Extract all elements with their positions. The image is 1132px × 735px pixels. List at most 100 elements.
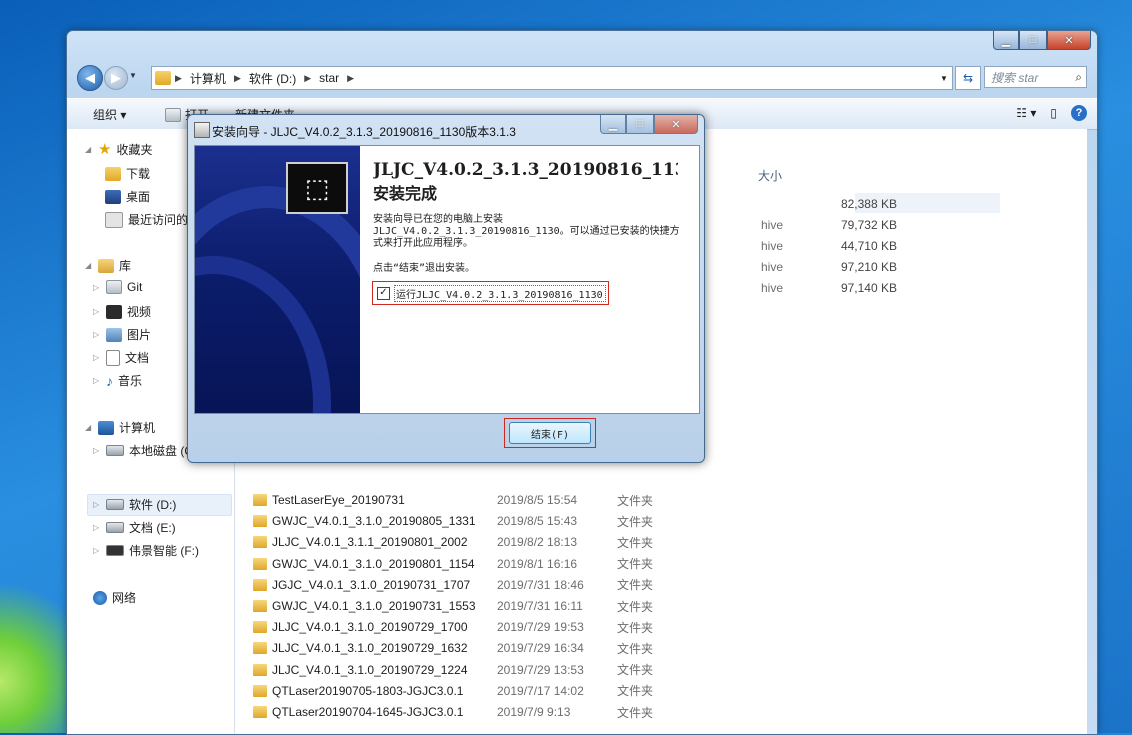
back-button[interactable]: ◀: [77, 65, 103, 91]
table-row[interactable]: GWJC_V4.0.1_3.1.0_20190731_1553 2019/7/31…: [253, 596, 653, 616]
dialog-exit-hint: 点击“结束”退出安装。: [373, 263, 476, 274]
address-bar[interactable]: ▶ 计算机 ▶ 软件 (D:) ▶ star ▶ ▼: [151, 66, 953, 90]
search-input[interactable]: 搜索 star ⌕: [984, 66, 1087, 88]
refresh-icon[interactable]: ⇆: [955, 66, 981, 90]
folder-icon: [253, 536, 267, 549]
folder-icon: [155, 71, 171, 85]
table-row[interactable]: JGJC_V4.0.1_3.1.0_20190731_1707 2019/7/31…: [253, 575, 653, 595]
table-row[interactable]: JLJC_V4.0.1_3.1.0_20190729_1632 2019/7/29…: [253, 638, 653, 658]
dialog-maximize-button: □: [626, 115, 654, 134]
folder-icon: [253, 684, 267, 697]
folder-icon: [253, 557, 267, 570]
sidebar-item-drive-c[interactable]: ▷ 本地磁盘 (C: [93, 442, 193, 459]
sidebar-label: 视频: [127, 305, 152, 319]
document-icon: [106, 349, 120, 366]
sidebar-item-downloads[interactable]: 下载: [105, 165, 150, 182]
sidebar-item-pictures[interactable]: ▷ 图片: [93, 326, 151, 343]
sidebar-label: 库: [119, 259, 132, 273]
minimize-button[interactable]: ▁: [993, 31, 1019, 50]
sidebar-item-videos[interactable]: ▷ 视频: [93, 303, 151, 320]
sidebar-item-computer[interactable]: ◢ 计算机: [85, 419, 155, 436]
folder-icon: [253, 706, 267, 718]
file-type: 文件夹: [617, 620, 654, 635]
sidebar-item-network[interactable]: 网络: [93, 589, 136, 606]
sidebar-label: 伟景智能 (F:): [129, 544, 199, 558]
file-name: JLJC_V4.0.1_3.1.0_20190729_1632: [272, 641, 468, 656]
desktop-icon: [105, 189, 121, 204]
sidebar-item-recent[interactable]: 最近访问的: [105, 211, 188, 228]
window-controls: ▁ □ ✕: [993, 31, 1091, 50]
file-type: 文件夹: [617, 557, 654, 572]
dialog-window-controls: ▁ □ ✕: [600, 115, 698, 134]
table-row[interactable]: GWJC_V4.0.1_3.1.0_20190801_1154 2019/8/1 …: [253, 554, 653, 574]
table-row[interactable]: GWJC_V4.0.1_3.1.0_20190805_1331 2019/8/5 …: [253, 511, 653, 531]
sidebar-label: 图片: [127, 328, 152, 342]
forward-button[interactable]: ▶: [104, 66, 128, 90]
address-dropdown-icon[interactable]: ▼: [936, 67, 952, 89]
sidebar-item-git[interactable]: ▷ Git: [93, 280, 142, 294]
sidebar-item-drive-d[interactable]: ▷ 软件 (D:): [93, 496, 176, 513]
breadcrumb-star[interactable]: star: [315, 71, 343, 85]
dialog-minimize-button[interactable]: ▁: [600, 115, 626, 134]
file-name: JLJC_V4.0.1_3.1.0_20190729_1224: [272, 662, 468, 677]
table-row[interactable]: hive 44,710 KB: [761, 236, 897, 256]
sidebar-label: 文档: [125, 351, 150, 365]
maximize-button[interactable]: □: [1019, 31, 1047, 50]
sidebar-item-drive-f[interactable]: ▷ 伟景智能 (F:): [93, 542, 199, 559]
file-name: GWJC_V4.0.1_3.1.0_20190805_1331: [272, 514, 476, 529]
sidebar-item-desktop[interactable]: 桌面: [105, 188, 150, 205]
breadcrumb-drive-d[interactable]: 软件 (D:): [245, 70, 300, 87]
finish-button[interactable]: 结束(F): [509, 422, 591, 444]
file-type: 文件夹: [617, 514, 654, 529]
file-date: 2019/7/31 16:11: [497, 599, 583, 613]
run-app-checkbox-label[interactable]: 运行JLJC_V4.0.2_3.1.3_20190816_1130: [394, 284, 606, 302]
table-row[interactable]: 82,388 KB: [761, 194, 897, 214]
sidebar-item-documents[interactable]: ▷ 文档: [93, 349, 149, 366]
sidebar-label: 收藏夹: [116, 143, 153, 157]
table-row[interactable]: hive 79,732 KB: [761, 215, 897, 235]
file-name-cell: JLJC_V4.0.1_3.1.0_20190729_1632: [253, 641, 497, 655]
file-date: 2019/8/1 16:16: [497, 556, 578, 571]
table-row[interactable]: hive 97,210 KB: [761, 257, 897, 277]
file-type: 文件夹: [617, 705, 654, 720]
sidebar-item-favorites[interactable]: ◢ ★ 收藏夹: [85, 141, 152, 158]
run-app-checkbox-row[interactable]: ✓ 运行JLJC_V4.0.2_3.1.3_20190816_1130: [372, 281, 609, 305]
preview-pane-icon[interactable]: ▯: [1050, 106, 1057, 120]
sidebar-label: 桌面: [126, 190, 151, 204]
run-app-checkbox[interactable]: ✓: [377, 286, 390, 300]
sidebar-item-libraries[interactable]: ◢ 库: [85, 257, 131, 274]
table-row[interactable]: TestLaserEye_20190731 2019/8/5 15:54 文件夹: [253, 490, 653, 510]
help-icon[interactable]: ?: [1071, 105, 1087, 121]
close-button[interactable]: ✕: [1047, 31, 1091, 50]
organize-button[interactable]: 组织 ▾: [93, 106, 126, 123]
file-name-cell: JLJC_V4.0.1_3.1.1_20190801_2002: [253, 535, 497, 549]
table-row[interactable]: JLJC_V4.0.1_3.1.0_20190729_1224 2019/7/29…: [253, 660, 653, 680]
sidebar-item-music[interactable]: ▷ ♪ 音乐: [93, 372, 142, 389]
view-options-icon[interactable]: ☷ ▾: [1016, 106, 1036, 120]
file-type: 文件夹: [617, 599, 654, 614]
drive-icon: [106, 545, 124, 556]
history-dropdown-icon[interactable]: ▼: [129, 71, 137, 80]
sidebar-label: 最近访问的: [128, 213, 189, 227]
breadcrumb-computer[interactable]: 计算机: [186, 70, 230, 87]
table-row[interactable]: hive 97,140 KB: [761, 278, 897, 298]
column-header-size[interactable]: 大小: [758, 167, 782, 184]
table-row[interactable]: QTLaser20190705-1803-JGJC3.0.1 2019/7/17 …: [253, 681, 653, 701]
dialog-body: ⬚ JLJC_V4.0.2_3.1.3_20190816_1130 安装完成 安…: [194, 145, 700, 414]
file-type: 文件夹: [617, 663, 654, 678]
folder-icon: [253, 642, 267, 655]
table-row[interactable]: JLJC_V4.0.1_3.1.0_20190729_1700 2019/7/29…: [253, 617, 653, 637]
table-row[interactable]: JLJC_V4.0.1_3.1.1_20190801_2002 2019/8/2 …: [253, 532, 653, 552]
table-row[interactable]: QTLaser20190704-1645-JGJC3.0.1 2019/7/9 9…: [253, 702, 653, 722]
file-name-cell: QTLaser20190704-1645-JGJC3.0.1: [253, 705, 497, 719]
sidebar-item-drive-e[interactable]: ▷ 文档 (E:): [93, 519, 176, 536]
computer-icon: [98, 420, 114, 435]
sidebar-label: 本地磁盘 (C: [129, 444, 193, 458]
file-name: JGJC_V4.0.1_3.1.0_20190731_1707: [272, 577, 471, 592]
file-type: 文件夹: [617, 578, 654, 593]
git-library-icon: [106, 280, 122, 294]
file-date: 2019/7/9 9:13: [497, 705, 571, 719]
file-type: 文件夹: [617, 641, 654, 656]
dialog-close-button[interactable]: ✕: [654, 115, 698, 134]
folder-icon: [253, 621, 267, 634]
